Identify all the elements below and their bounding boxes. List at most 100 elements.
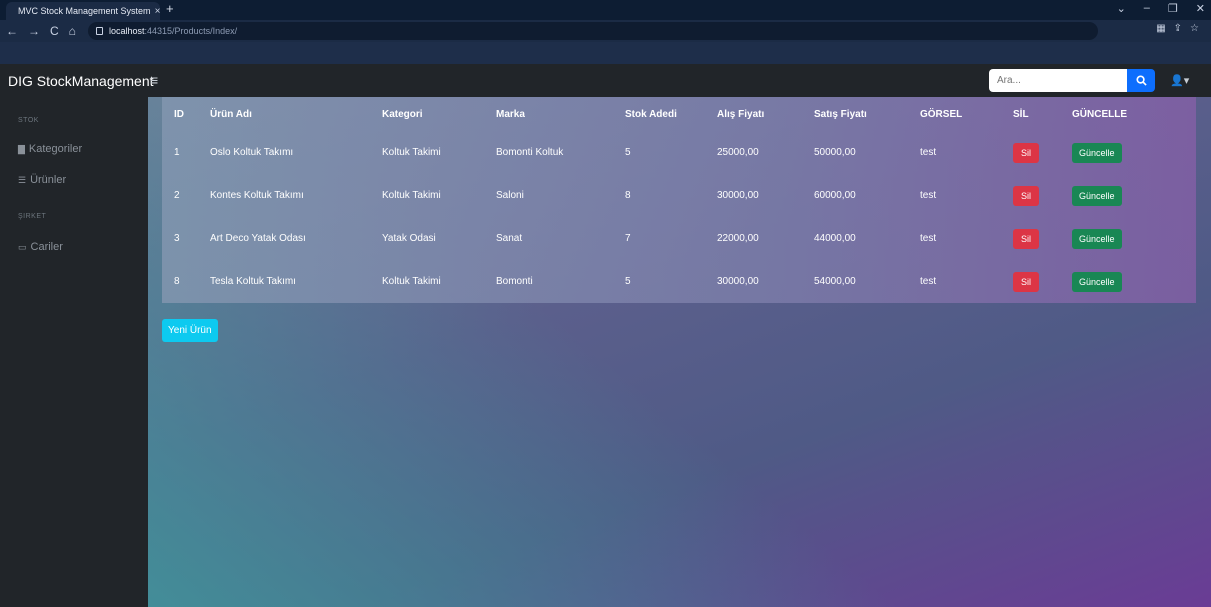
list-icon: ☰: [18, 174, 27, 185]
cell-delete: Sil: [1001, 260, 1060, 303]
tab-search-icon[interactable]: ⌄: [1117, 2, 1126, 15]
cell-name: Tesla Koltuk Takımı: [210, 276, 296, 287]
top-navbar: DIG StockManagement ≡ 👤▾: [0, 64, 1211, 97]
cell-buy-price: 30000,00: [717, 190, 759, 201]
delete-button[interactable]: Sil: [1013, 271, 1040, 292]
cell-id: 2: [174, 190, 180, 201]
cell-brand: Bomonti Koltuk: [496, 147, 564, 158]
url-field[interactable]: localhost :44315/Products/Index/: [88, 22, 1098, 40]
user-menu-icon[interactable]: 👤▾: [1170, 74, 1189, 87]
tab-title: MVC Stock Management System: [18, 6, 151, 16]
translate-icon[interactable]: ▦: [1156, 23, 1165, 34]
cell-update: Güncelle: [1060, 260, 1196, 303]
cell-category: Koltuk Takimi: [382, 147, 441, 158]
reload-icon[interactable]: C: [50, 23, 59, 39]
cell-stock: 8: [625, 190, 631, 201]
browser-nav-buttons: ← → C ⌂: [6, 23, 76, 39]
lock-icon[interactable]: [96, 27, 103, 35]
delete-button[interactable]: Sil: [1013, 185, 1040, 206]
cell-image: test: [920, 147, 937, 158]
table-row: 1 Oslo Koltuk Takımı Koltuk Takimi Bomon…: [162, 131, 1196, 174]
minimize-icon[interactable]: –: [1144, 2, 1150, 15]
products-table: ID Ürün Adı Kategori Marka Stok Adedi Al…: [162, 97, 1196, 303]
share-icon[interactable]: ⇪: [1174, 23, 1182, 34]
sidebar-toggle-icon[interactable]: ≡: [150, 72, 158, 88]
cell-update: Güncelle: [1060, 174, 1196, 217]
sidebar-item-label: Ürünler: [30, 174, 67, 186]
new-product-button[interactable]: Yeni Ürün: [162, 319, 218, 342]
sidebar-heading-stok: STOK: [18, 117, 39, 124]
update-button[interactable]: Güncelle: [1072, 271, 1122, 292]
search-input[interactable]: [989, 69, 1127, 92]
table-row: 8 Tesla Koltuk Takımı Koltuk Takimi Bomo…: [162, 260, 1196, 303]
delete-button[interactable]: Sil: [1013, 228, 1040, 249]
cell-name: Oslo Koltuk Takımı: [210, 147, 294, 158]
sidebar-item-label: Kategoriler: [28, 143, 83, 155]
column-header: Marka: [496, 108, 525, 120]
sidebar-heading-sirket: ŞIRKET: [18, 213, 47, 220]
sidebar-item-kategoriler[interactable]: ▇ Kategoriler: [18, 143, 82, 155]
column-header: Kategori: [382, 108, 423, 120]
window-controls: ⌄ – ❐ ✕: [1117, 2, 1205, 15]
new-tab-button[interactable]: +: [166, 2, 174, 16]
cell-buy-price: 25000,00: [717, 147, 759, 158]
restore-icon[interactable]: ❐: [1168, 2, 1178, 15]
cell-id: 1: [174, 147, 180, 158]
browser-tab-bar: MVC Stock Management System × + ⌄ – ❐ ✕: [0, 0, 1211, 20]
cell-category: Koltuk Takimi: [382, 276, 441, 287]
sidebar: STOK ▇ Kategoriler ☰ Ürünler ŞIRKET ▭ Ca…: [0, 97, 148, 607]
url-path: :44315/Products/Index/: [144, 26, 238, 36]
table-header-row: ID Ürün Adı Kategori Marka Stok Adedi Al…: [162, 97, 1196, 131]
column-header: Stok Adedi: [625, 108, 677, 120]
cell-image: test: [920, 276, 937, 287]
cell-brand: Bomonti: [496, 276, 533, 287]
column-header: Alış Fiyatı: [717, 108, 765, 120]
cell-stock: 7: [625, 233, 631, 244]
bookmark-star-icon[interactable]: ☆: [1190, 23, 1199, 34]
column-header: GÜNCELLE: [1072, 108, 1127, 120]
tab-close-icon[interactable]: ×: [155, 6, 161, 17]
column-header: GÖRSEL: [920, 108, 963, 120]
chart-icon: ▇: [18, 143, 25, 154]
browser-tab[interactable]: MVC Stock Management System ×: [6, 2, 160, 20]
sidebar-item-urunler[interactable]: ☰ Ürünler: [18, 174, 66, 186]
cell-delete: Sil: [1001, 131, 1060, 174]
cell-brand: Saloni: [496, 190, 524, 201]
url-host: localhost: [109, 26, 145, 36]
forward-icon[interactable]: →: [28, 23, 40, 39]
delete-button[interactable]: Sil: [1013, 142, 1040, 163]
close-window-icon[interactable]: ✕: [1196, 2, 1205, 15]
cell-category: Koltuk Takimi: [382, 190, 441, 201]
table-row: 2 Kontes Koltuk Takımı Koltuk Takimi Sal…: [162, 174, 1196, 217]
cell-buy-price: 30000,00: [717, 276, 759, 287]
cell-image: test: [920, 233, 937, 244]
cell-id: 3: [174, 233, 180, 244]
column-header: Ürün Adı: [210, 108, 252, 120]
sidebar-item-label: Cariler: [30, 241, 63, 253]
cell-image: test: [920, 190, 937, 201]
products-table-container: ID Ürün Adı Kategori Marka Stok Adedi Al…: [162, 97, 1196, 303]
column-header: ID: [174, 108, 184, 120]
search-button[interactable]: [1127, 69, 1155, 92]
update-button[interactable]: Güncelle: [1072, 185, 1122, 206]
update-button[interactable]: Güncelle: [1072, 142, 1122, 163]
sidebar-item-cariler[interactable]: ▭ Cariler: [18, 241, 63, 253]
cell-sell-price: 50000,00: [814, 147, 856, 158]
cell-name: Art Deco Yatak Odası: [210, 233, 306, 244]
column-header: Satış Fiyatı: [814, 108, 867, 120]
card-icon: ▭: [18, 241, 27, 252]
brand-title[interactable]: DIG StockManagement: [8, 73, 154, 89]
back-icon[interactable]: ←: [6, 23, 18, 39]
cell-stock: 5: [625, 276, 631, 287]
bookmarks-band: [0, 42, 1211, 64]
cell-id: 8: [174, 276, 180, 287]
update-button[interactable]: Güncelle: [1072, 228, 1122, 249]
column-header: SİL: [1013, 108, 1029, 120]
cell-brand: Sanat: [496, 233, 523, 244]
home-icon[interactable]: ⌂: [69, 23, 76, 39]
cell-sell-price: 60000,00: [814, 190, 856, 201]
search-icon: [1135, 75, 1147, 86]
cell-sell-price: 54000,00: [814, 276, 856, 287]
cell-delete: Sil: [1001, 174, 1060, 217]
address-bar-icons: ▦ ⇪ ☆: [1156, 23, 1199, 34]
